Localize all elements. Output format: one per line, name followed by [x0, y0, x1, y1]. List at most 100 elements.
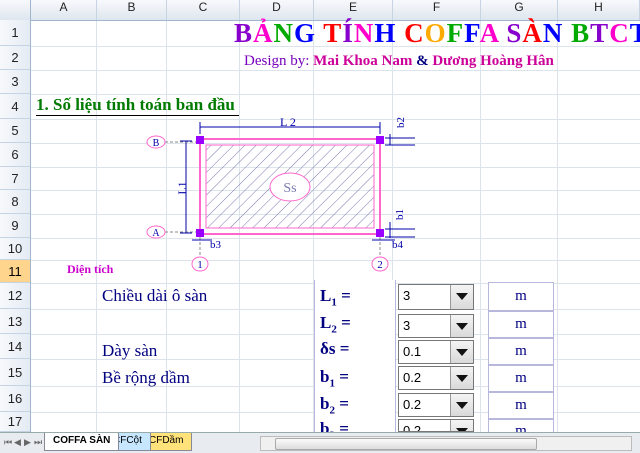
column-header-d[interactable]: D — [240, 0, 314, 20]
title-part: T — [316, 18, 343, 48]
row-header-13[interactable]: 13 — [0, 309, 30, 334]
scroll-thumb[interactable] — [275, 438, 537, 450]
title-part: F — [446, 18, 465, 48]
column-header-f[interactable]: F — [393, 0, 481, 20]
design-credit: Design by: Mai Khoa Nam & Dương Hoàng Hâ… — [244, 53, 554, 70]
b1-value: 0.2 — [403, 370, 422, 385]
axis-1-label: 1 — [197, 259, 203, 271]
row-header-10[interactable]: 10 — [0, 238, 30, 260]
row-header-9[interactable]: 9 — [0, 214, 30, 238]
prev-sheet-icon[interactable]: ◀ — [14, 437, 22, 447]
row-header-3[interactable]: 3 — [0, 70, 30, 94]
column-marker — [376, 136, 384, 144]
l2-dropdown[interactable]: 3 — [398, 314, 474, 338]
column-header-g[interactable]: G — [481, 0, 558, 20]
b1-dropdown[interactable]: 0.2 — [398, 366, 474, 390]
row-header-7[interactable]: 7 — [0, 167, 30, 190]
column-header-a[interactable]: A — [31, 0, 97, 20]
title-part: F — [464, 18, 480, 48]
title-part: C — [404, 18, 425, 48]
dropdown-arrow-icon[interactable] — [450, 394, 473, 416]
unit-ds: m — [488, 338, 554, 365]
ds-value: 0.1 — [403, 344, 422, 359]
row-header-5[interactable]: 5 — [0, 119, 30, 143]
label-b3: b3 — [210, 239, 222, 251]
param-symbol-ds: δs = — [320, 339, 349, 359]
row-header-4[interactable]: 4 — [0, 94, 30, 119]
credit-prefix: Design by: — [244, 53, 314, 69]
b3-value: 0.2 — [403, 423, 422, 432]
b2-value: 0.2 — [403, 397, 422, 412]
row-header-2[interactable]: 2 — [0, 46, 30, 70]
title-part: G — [294, 18, 317, 48]
sheet-title: BẢNG TÍNH COFFA SÀN BTCT — [234, 18, 640, 49]
row-header-14[interactable]: 14 — [0, 334, 30, 359]
title-part: T — [590, 18, 610, 48]
row-header-6[interactable]: 6 — [0, 143, 30, 167]
next-sheet-icon[interactable]: ▶ — [24, 437, 32, 447]
dropdown-arrow-icon[interactable] — [450, 341, 473, 363]
title-part: Ả — [253, 18, 274, 48]
axis-b-label: B — [153, 138, 160, 149]
sym-eq: = — [335, 339, 350, 358]
ds-dropdown[interactable]: 0.1 — [398, 340, 474, 364]
b2-dropdown[interactable]: 0.2 — [398, 393, 474, 417]
row-header-17[interactable]: 17 — [0, 412, 30, 432]
dropdown-arrow-icon[interactable] — [450, 315, 473, 337]
title-part: S — [506, 18, 523, 48]
row-header-15[interactable]: 15 — [0, 359, 30, 386]
row-header-16[interactable]: 16 — [0, 386, 30, 412]
select-all-corner[interactable] — [0, 0, 31, 20]
column-header-e[interactable]: E — [314, 0, 393, 20]
label-l2: L 2 — [280, 115, 296, 129]
title-part: N — [273, 18, 295, 48]
title-part: A — [479, 18, 507, 48]
l1-dropdown[interactable]: 3 — [398, 284, 474, 310]
sym-main: δs — [320, 339, 336, 358]
label-ss: Ss — [283, 181, 296, 196]
dropdown-arrow-icon[interactable] — [450, 285, 473, 309]
column-header-b[interactable]: B — [97, 0, 167, 20]
l1-value: 3 — [403, 288, 411, 303]
column-header-h[interactable]: H — [558, 0, 640, 20]
row-header-11[interactable]: 11 — [0, 260, 30, 283]
title-part: N — [542, 18, 572, 48]
param-symbol-l1: L1 = — [320, 286, 351, 308]
title-part: B — [571, 18, 591, 48]
label-b1: b1 — [394, 209, 406, 220]
l2-value: 3 — [403, 318, 411, 333]
credit-amp: & — [412, 53, 433, 69]
row-header-12[interactable]: 12 — [0, 283, 30, 309]
param-symbol-b1: b1 = — [320, 367, 349, 389]
column-marker — [376, 229, 384, 237]
b3-dropdown[interactable]: 0.2 — [398, 419, 474, 432]
title-part: H — [374, 18, 405, 48]
title-part: À — [522, 18, 543, 48]
author-2: Dương Hoàng Hân — [432, 53, 554, 69]
param-label-length: Chiều dài ô sàn — [102, 286, 208, 305]
dropdown-arrow-icon[interactable] — [450, 367, 473, 389]
section-title: 1. Số liệu tính toán ban đầu — [36, 95, 239, 116]
sym-main: L — [320, 286, 332, 305]
unit-b2: m — [488, 392, 554, 419]
horizontal-scrollbar[interactable] — [260, 436, 632, 451]
axis-a-label: A — [152, 228, 160, 239]
column-header-c[interactable]: C — [167, 0, 240, 20]
title-part: Í — [342, 18, 354, 48]
title-part: C — [609, 18, 630, 48]
row-header-8[interactable]: 8 — [0, 190, 30, 214]
first-sheet-icon[interactable]: ⏮ — [4, 437, 12, 447]
dropdown-arrow-icon[interactable] — [450, 420, 473, 431]
param-symbol-b2: b2 = — [320, 394, 349, 416]
title-part: O — [424, 18, 447, 48]
sym-eq: = — [334, 367, 349, 386]
tab-coffa-san[interactable]: COFFA SÀN — [44, 433, 120, 451]
last-sheet-icon[interactable]: ⏭ — [34, 437, 42, 447]
label-b4: b4 — [392, 239, 404, 251]
label-b2: b2 — [395, 117, 407, 128]
column-marker — [196, 136, 204, 144]
sheet-tab-bar: ⏮ ◀ ▶ ⏭ COFFA SÀN CFCột CFDầm — [0, 432, 640, 453]
area-heading: Diện tích — [67, 262, 114, 276]
slab-diagram: Ss L 2 L1 b2 b1 b3 b4 B A 1 2 — [146, 115, 415, 272]
row-header-1[interactable]: 1 — [0, 20, 30, 46]
